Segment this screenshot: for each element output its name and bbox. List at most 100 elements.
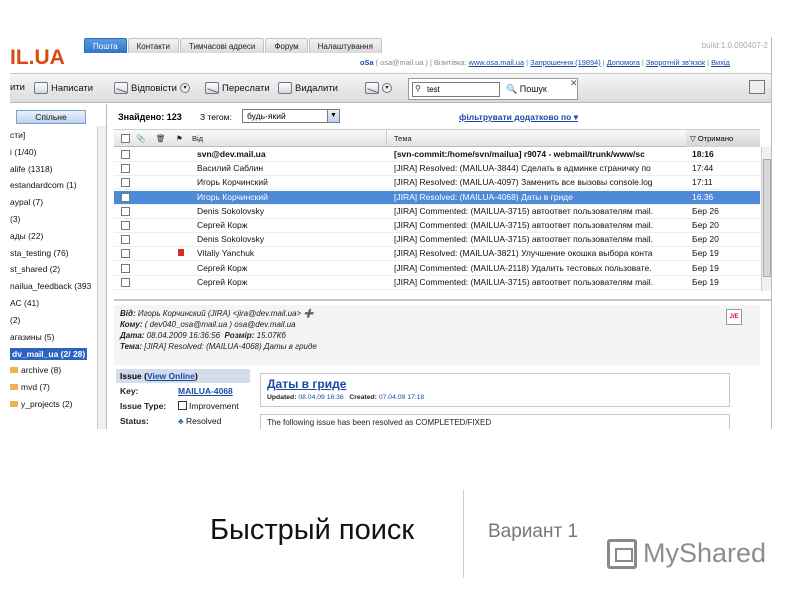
message-row[interactable]: Denis Sokolovsky [JIRA] Commented: (MAILU… <box>114 205 760 219</box>
col-subject[interactable]: Тема <box>394 134 412 143</box>
delete-button[interactable]: Видалити <box>278 82 338 94</box>
more-dropdown-icon[interactable]: ▾ <box>382 83 392 93</box>
top-bar: IL.UA Пошта Контакти Тимчасові адреси Форум… <box>10 37 771 73</box>
list-scroll-thumb[interactable] <box>763 159 771 277</box>
row-date: Бер 19 <box>692 276 719 287</box>
row-from: Denis Sokolovsky <box>197 205 265 216</box>
row-subject: [JIRA] Resolved: (MAILUA-3821) Улучшение… <box>394 248 653 259</box>
folder-item[interactable]: alife (1318) <box>10 164 53 174</box>
reply-dropdown-icon[interactable]: ▾ <box>179 83 190 93</box>
presentation-icon <box>607 538 637 569</box>
folder-item[interactable]: st_shared (2) <box>10 264 60 274</box>
row-checkbox[interactable] <box>121 221 130 230</box>
message-row[interactable]: Сергей Корж [JIRA] Commented: (MAILUA-371… <box>114 276 760 290</box>
tab-1[interactable]: Контакти <box>127 38 179 53</box>
shared-tab[interactable]: Спільне <box>16 110 86 124</box>
message-row[interactable]: Vitaliy Yanchuk [JIRA] Resolved: (MAILUA-… <box>114 247 760 262</box>
select-all-checkbox[interactable] <box>121 134 130 143</box>
flag-icon[interactable] <box>178 249 184 257</box>
attachment-col-icon[interactable]: 📎 <box>136 134 145 143</box>
folder-item[interactable]: (2) <box>10 315 20 325</box>
close-icon[interactable]: ✕ <box>570 78 578 89</box>
message-row[interactable]: Denis Sokolovsky [JIRA] Commented: (MAILU… <box>114 233 760 248</box>
view-online-link[interactable]: View Online <box>147 371 195 381</box>
folder-item[interactable]: mvd (7) <box>10 382 50 392</box>
key-link[interactable]: MAILUA-4068 <box>178 386 233 396</box>
delete-label: Видалити <box>295 82 338 94</box>
folder-item[interactable]: АС (41) <box>10 298 39 308</box>
trash-col-icon[interactable]: 🗑 <box>156 134 166 143</box>
row-checkbox[interactable] <box>121 178 130 188</box>
found-count: Знайдено: 123 <box>118 112 182 122</box>
flag-col-icon[interactable]: ⚑ <box>176 134 183 143</box>
list-scrollbar[interactable] <box>761 147 771 291</box>
row-subject: [JIRA] Resolved: (MAILUA-4097) Заменить … <box>394 177 653 188</box>
col-received[interactable]: ▽ Отримано <box>686 130 760 147</box>
search-button[interactable]: 🔍 Пошук <box>506 84 547 95</box>
row-checkbox[interactable] <box>121 150 130 159</box>
folder-label: nailua_feedback (393 <box>10 281 92 292</box>
folder-item[interactable]: агазины (5) <box>10 332 54 342</box>
folder-item[interactable]: archive (8) <box>10 365 61 375</box>
search-input[interactable]: test <box>412 82 500 97</box>
tag-select[interactable]: будь-який ▼ <box>242 109 340 123</box>
forward-button[interactable]: Переслати <box>205 82 270 94</box>
message-row[interactable]: Сергей Корж [JIRA] Commented: (MAILUA-211… <box>114 262 760 276</box>
col-from[interactable]: Від <box>192 134 203 143</box>
read-label: ити <box>10 82 25 93</box>
tab-3[interactable]: Форум <box>265 38 308 53</box>
folder-item[interactable]: nailua_feedback (393 <box>10 281 91 291</box>
message-row[interactable]: Игорь Корчинский [JIRA] Resolved: (MAILUA… <box>114 176 760 191</box>
add-contact-icon[interactable]: ➕ <box>303 309 313 318</box>
row-date: Бер 20 <box>692 234 719 245</box>
invitations-link[interactable]: Запрошення (19894) <box>530 58 601 67</box>
size-label: Розмір: <box>224 331 255 340</box>
row-checkbox[interactable] <box>121 263 130 273</box>
business-card-label: Візитівка: <box>433 58 467 67</box>
username[interactable]: oSa <box>360 58 374 67</box>
folder-item[interactable]: estandardcom (1) <box>10 180 77 190</box>
folder-label: сти] <box>10 130 26 140</box>
message-row[interactable]: Сергей Корж [JIRA] Commented: (MAILUA-371… <box>114 219 760 233</box>
tab-4[interactable]: Налаштування <box>308 38 382 53</box>
row-checkbox[interactable] <box>121 235 130 245</box>
write-button[interactable]: Написати <box>34 82 93 94</box>
folder-label: estandardcom (1) <box>10 180 77 191</box>
folder-item[interactable]: dv_mail_ua (2/ 28) <box>10 348 88 361</box>
row-subject: [JIRA] Commented: (MAILUA-3715) автоотве… <box>394 205 654 216</box>
row-checkbox[interactable] <box>121 192 130 202</box>
row-date: 17:11 <box>692 177 713 188</box>
row-from: Игорь Корчинский <box>197 191 268 202</box>
chevron-down-icon[interactable]: ▼ <box>327 110 339 122</box>
feedback-link[interactable]: Зворотній зв'язок <box>646 58 705 67</box>
row-checkbox[interactable] <box>121 277 130 287</box>
row-checkbox[interactable] <box>121 249 130 259</box>
tab-0[interactable]: Пошта <box>84 38 127 53</box>
reply-button[interactable]: Відповісти ▾ <box>114 82 190 94</box>
folder-item[interactable]: (3) <box>10 214 20 224</box>
logo-suffix: .UA <box>28 46 65 69</box>
folder-item[interactable]: і (1/40) <box>10 147 36 157</box>
layout-toggle-icon[interactable] <box>749 80 765 94</box>
message-row[interactable]: Василий Саблин [JIRA] Resolved: (MAILUA-3… <box>114 162 760 177</box>
folder-item[interactable]: ады (22) <box>10 231 43 241</box>
folder-label: ады (22) <box>10 230 44 241</box>
tab-2[interactable]: Тимчасові адреси <box>179 38 265 53</box>
help-link[interactable]: Допомога <box>607 58 640 67</box>
business-card-link[interactable]: www.osa.mail.ua <box>469 58 524 67</box>
folder-icon <box>10 384 18 390</box>
read-button[interactable]: ити <box>10 82 25 93</box>
more-actions-button[interactable]: ▾ <box>365 82 392 94</box>
message-row[interactable]: Игорь Корчинский [JIRA] Resolved: (MAILUA… <box>114 190 760 205</box>
message-row[interactable]: svn@dev.mail.ua [svn-commit:/home/svn/mai… <box>114 148 760 162</box>
folder-item[interactable]: y_projects (2) <box>10 399 73 409</box>
row-checkbox[interactable] <box>121 206 130 216</box>
folder-item[interactable]: сти] <box>10 130 25 140</box>
row-checkbox[interactable] <box>121 164 130 174</box>
folder-scrollbar[interactable] <box>97 126 106 429</box>
issue-title-link[interactable]: Даты в гриде <box>267 377 346 391</box>
folder-item[interactable]: sta_testing (76) <box>10 248 69 258</box>
logout-link[interactable]: Вихід <box>711 58 730 67</box>
folder-item[interactable]: aypal (7) <box>10 197 43 207</box>
filter-more-link[interactable]: фільтрувати додатково по ▾ <box>459 112 578 123</box>
